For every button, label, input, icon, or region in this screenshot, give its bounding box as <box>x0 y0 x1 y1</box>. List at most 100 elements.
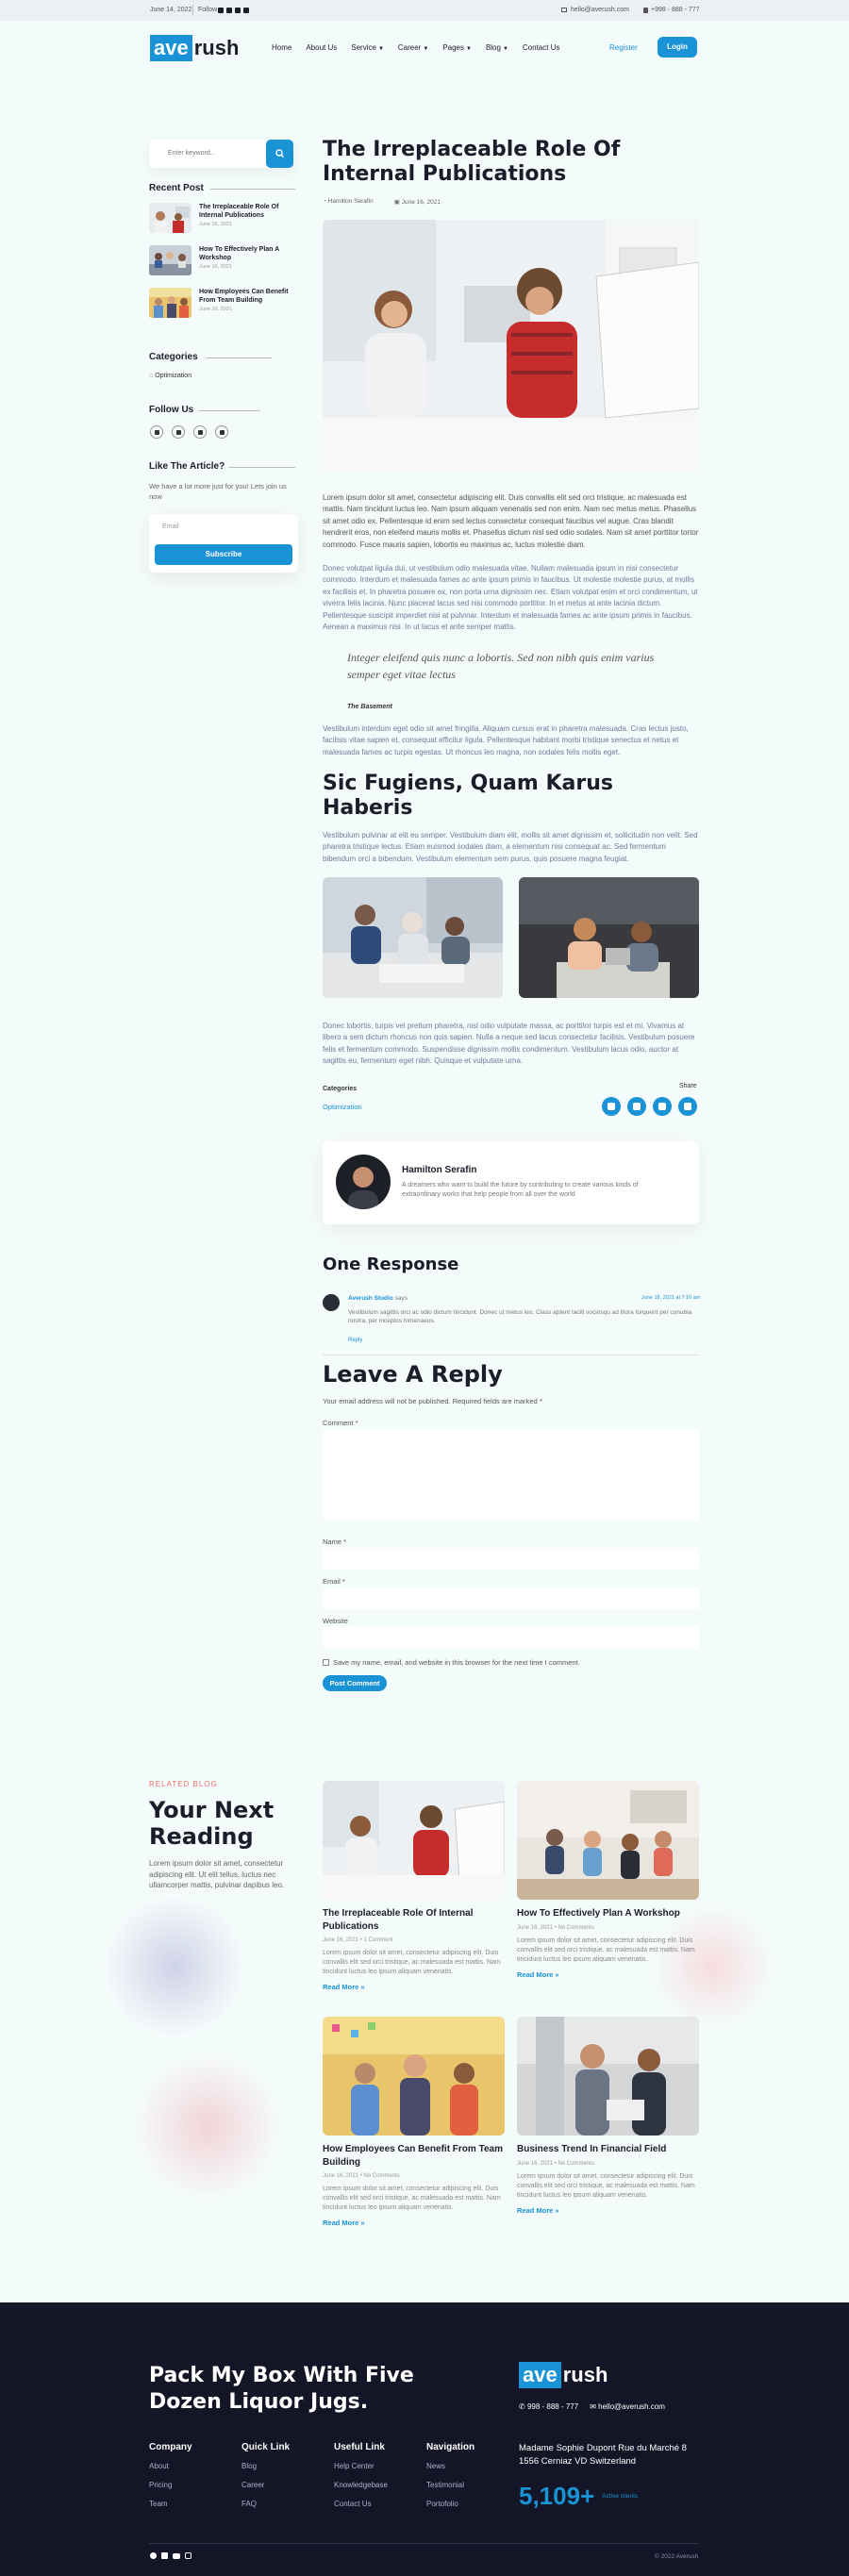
comment-textarea[interactable] <box>323 1429 699 1521</box>
article-hero-image <box>323 220 699 472</box>
card-image <box>517 1781 699 1900</box>
linkedin-share-icon[interactable] <box>653 1097 672 1116</box>
footer-col-title: Quick Link <box>241 2442 291 2452</box>
footer-link[interactable]: Testimonial <box>426 2476 464 2495</box>
article-title: The Irreplaceable Role Of Internal Publi… <box>323 138 621 186</box>
subscribe-button[interactable]: Subscribe <box>155 544 292 565</box>
footer-link[interactable]: FAQ <box>241 2495 264 2514</box>
nav-career[interactable]: Career ▼ <box>398 43 428 52</box>
email-input[interactable]: Email <box>162 524 179 530</box>
instagram-icon[interactable] <box>243 8 249 14</box>
recent-post-item[interactable]: How Employees Can Benefit From Team Buil… <box>149 288 300 318</box>
form-note: Your email address will not be published… <box>323 1397 542 1405</box>
recent-post-item[interactable]: How To Effectively Plan A Workshop June 1… <box>149 245 300 275</box>
date-text: June 16, 2021 <box>401 199 441 206</box>
twitter-icon[interactable] <box>172 425 185 439</box>
footer-phone[interactable]: ✆ 998 - 888 - 777 <box>519 2402 578 2411</box>
footer-link[interactable]: Pricing <box>149 2476 172 2495</box>
facebook-share-icon[interactable] <box>602 1097 621 1116</box>
twitter-icon[interactable] <box>161 2552 168 2559</box>
nav-pages[interactable]: Pages ▼ <box>442 43 472 52</box>
reply-link[interactable]: Reply <box>348 1338 362 1343</box>
card-title: How Employees Can Benefit From Team Buil… <box>323 2144 503 2168</box>
save-checkbox[interactable] <box>323 1659 329 1666</box>
top-email[interactable]: hello@averush.com <box>571 7 629 13</box>
logo[interactable]: ave rush <box>150 35 239 61</box>
footer-link[interactable]: Help Center <box>334 2457 388 2476</box>
post-comment-button[interactable]: Post Comment <box>323 1675 387 1691</box>
mail-icon: ✉ <box>590 2402 599 2411</box>
read-more-link[interactable]: Read More » <box>323 1983 505 1991</box>
category-item[interactable]: ⌂ Optimization <box>149 373 191 379</box>
youtube-icon[interactable] <box>173 2553 180 2559</box>
twitter-icon[interactable] <box>226 8 232 14</box>
category-label: Optimization <box>155 373 192 379</box>
says-text: says <box>394 1295 408 1302</box>
facebook-icon[interactable] <box>150 425 163 439</box>
register-link[interactable]: Register <box>609 43 638 52</box>
search-icon <box>275 149 284 158</box>
login-button[interactable]: Login <box>658 37 697 58</box>
recent-post-date: June 16, 2021 <box>199 264 232 271</box>
chevron-down-icon: ▼ <box>502 46 508 52</box>
instagram-icon[interactable] <box>185 2552 191 2559</box>
recent-post-heading: Recent Post <box>149 183 204 193</box>
nav-home[interactable]: Home <box>272 43 291 52</box>
footer-social <box>150 2552 191 2559</box>
comment-date[interactable]: June 18, 2021 at 7:10 am <box>641 1295 700 1301</box>
footer-link[interactable]: Knowledgebase <box>334 2476 388 2495</box>
chevron-down-icon: ▼ <box>423 46 429 52</box>
top-phone[interactable]: +998 - 888 - 777 <box>651 7 700 13</box>
footer-link[interactable]: Contact Us <box>334 2495 388 2514</box>
footer-logo[interactable]: ave rush <box>519 2362 608 2388</box>
phone-icon: ✆ <box>519 2402 527 2411</box>
card-meta: June 16, 2021 • No Comments <box>517 2160 594 2167</box>
footer-link[interactable]: Team <box>149 2495 172 2514</box>
related-card[interactable]: How To Effectively Plan A Workshop June … <box>517 1781 699 1979</box>
related-card[interactable]: Business Trend In Financial Field June 1… <box>517 2017 699 2215</box>
article-category-link[interactable]: Optimization <box>323 1103 362 1111</box>
related-card[interactable]: The Irreplaceable Role Of Internal Publi… <box>323 1781 505 1991</box>
nav-blog[interactable]: Blog ▼ <box>486 43 508 52</box>
logo-box: ave <box>150 35 192 61</box>
related-card[interactable]: How Employees Can Benefit From Team Buil… <box>323 2017 505 2227</box>
youtube-icon[interactable] <box>235 8 241 14</box>
website-field[interactable] <box>323 1627 699 1649</box>
nav-contact[interactable]: Contact Us <box>523 43 560 52</box>
comment-label: Comment * <box>323 1419 358 1427</box>
chevron-down-icon: ▼ <box>377 46 384 52</box>
name-field[interactable] <box>323 1548 699 1570</box>
read-more-link[interactable]: Read More » <box>517 2206 699 2215</box>
search-input[interactable]: Enter keyword... <box>168 150 216 157</box>
facebook-icon[interactable] <box>218 8 224 14</box>
comment-author[interactable]: Averush Studio <box>348 1295 393 1302</box>
facebook-icon[interactable] <box>150 2552 157 2559</box>
card-meta: June 16, 2021 • 1 Comment <box>323 1937 393 1943</box>
instagram-icon[interactable] <box>215 425 228 439</box>
avatar <box>336 1155 391 1209</box>
pinterest-share-icon[interactable] <box>678 1097 697 1116</box>
footer-email[interactable]: ✉ hello@averush.com <box>590 2402 665 2411</box>
nav-about[interactable]: About Us <box>306 43 337 52</box>
nav-service[interactable]: Service ▼ <box>351 43 384 52</box>
footer-link[interactable]: Blog <box>241 2457 264 2476</box>
read-more-link[interactable]: Read More » <box>517 1970 699 1979</box>
card-excerpt: Lorem ipsum dolor sit amet, consectetur … <box>517 2172 695 2199</box>
article-author[interactable]: ◔ Hamilton Serafin <box>323 198 374 206</box>
footer-link[interactable]: Career <box>241 2476 264 2495</box>
youtube-icon[interactable] <box>193 425 207 439</box>
footer-link[interactable]: About <box>149 2457 172 2476</box>
read-more-link[interactable]: Read More » <box>323 2219 505 2227</box>
categories-label: Categories <box>323 1086 358 1092</box>
footer: Pack My Box With Five Dozen Liquor Jugs.… <box>0 2302 849 2576</box>
footer-link[interactable]: News <box>426 2457 464 2476</box>
related-heading: Your Next Reading <box>149 1797 275 1850</box>
team-photo <box>323 877 503 998</box>
search-button[interactable] <box>266 140 293 168</box>
email-field[interactable] <box>323 1587 699 1609</box>
twitter-share-icon[interactable] <box>627 1097 646 1116</box>
recent-post-item[interactable]: The Irreplaceable Role Of Internal Publi… <box>149 203 300 233</box>
footer-stat: 5,109+ Active clients <box>519 2482 638 2511</box>
footer-link[interactable]: Portofolio <box>426 2495 464 2514</box>
card-title: Business Trend In Financial Field <box>517 2144 667 2154</box>
